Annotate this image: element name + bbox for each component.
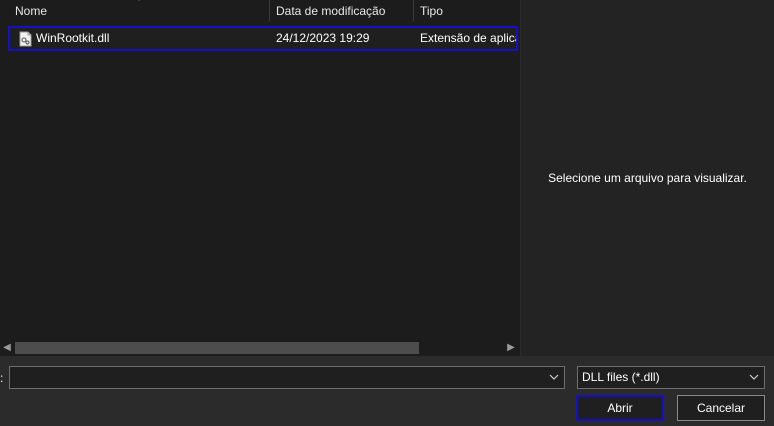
dll-file-icon [19,31,32,47]
column-separator[interactable] [413,0,414,22]
file-type: Extensão de aplica [420,31,516,45]
horizontal-scrollbar[interactable]: ◀ ▶ [0,340,520,356]
file-open-dialog: Nome Data de modificação Tipo WinRootkit… [0,0,774,426]
column-headers: Nome Data de modificação Tipo [0,0,520,22]
column-header-type[interactable]: Tipo [420,0,443,22]
open-button-label: Abrir [607,401,633,415]
scrollbar-thumb[interactable] [15,342,419,354]
file-name: WinRootkit.dll [36,31,110,45]
column-header-name[interactable]: Nome [15,0,47,22]
sort-ascending-icon [138,0,140,1]
scroll-right-icon[interactable]: ▶ [504,341,518,355]
file-type-select[interactable]: DLL files (*.dll) [577,366,765,389]
file-name-input[interactable] [9,366,565,389]
cancel-button[interactable]: Cancelar [677,395,765,421]
file-type-value: DLL files (*.dll) [582,370,660,384]
file-name-label: : [0,371,4,385]
open-button[interactable]: Abrir [576,395,664,421]
preview-message: Selecione um arquivo para visualizar. [548,171,747,185]
file-list-pane: Nome Data de modificação Tipo WinRootkit… [0,0,520,356]
scroll-left-icon[interactable]: ◀ [0,341,14,355]
file-modified-date: 24/12/2023 19:29 [276,31,370,45]
dialog-footer: : DLL files (*.dll) Abrir Cancelar [0,356,774,426]
cancel-button-label: Cancelar [696,401,746,415]
column-header-modified[interactable]: Data de modificação [276,0,385,22]
chevron-down-icon[interactable] [548,370,560,384]
file-row-selected[interactable]: WinRootkit.dll 24/12/2023 19:29 Extensão… [8,26,518,51]
preview-pane: Selecione um arquivo para visualizar. [521,0,774,356]
column-separator[interactable] [269,0,270,22]
chevron-down-icon [749,374,759,380]
